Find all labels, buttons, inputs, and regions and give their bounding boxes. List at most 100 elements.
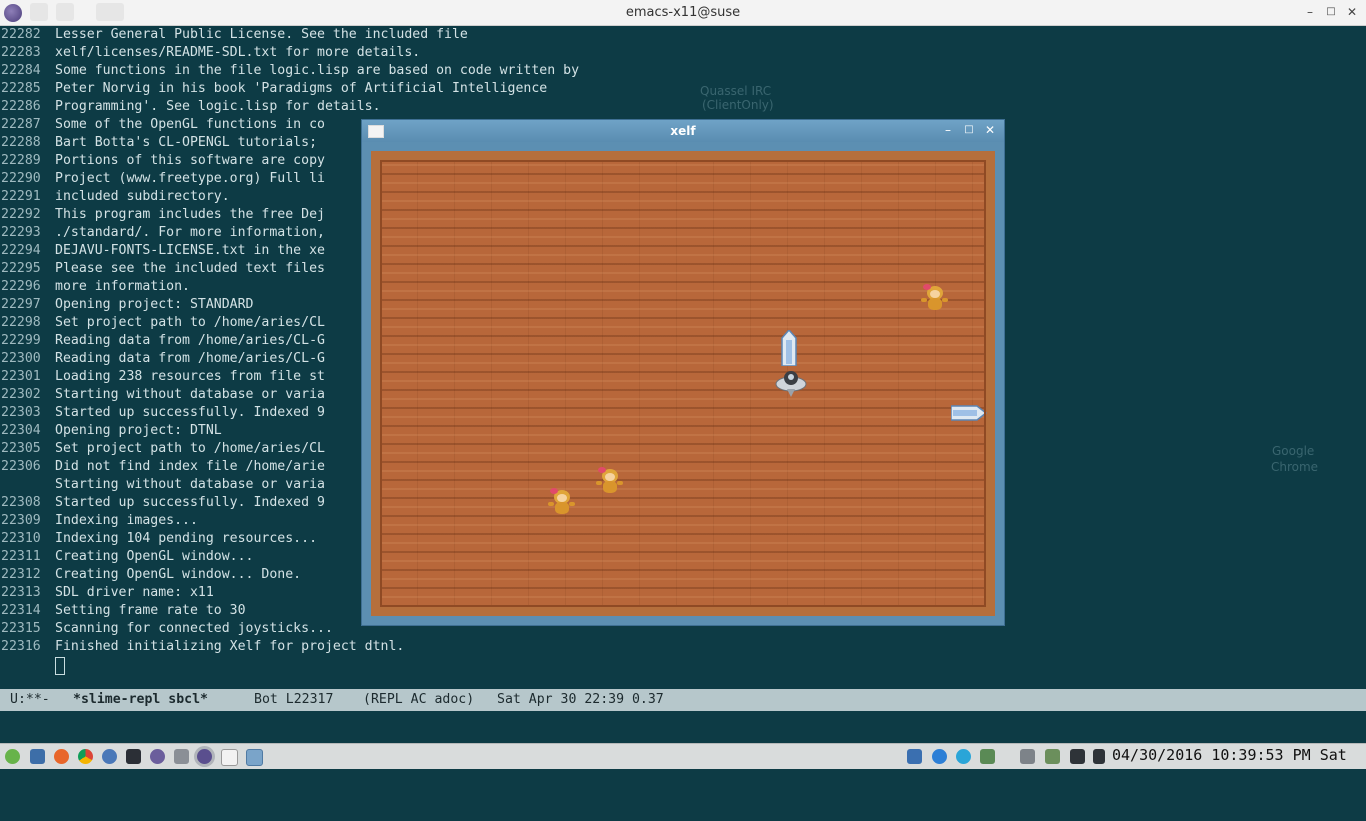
start-menu-icon[interactable] xyxy=(5,749,20,764)
line-text: Set project path to /home/aries/CL xyxy=(55,315,325,330)
line-text: Please see the included text files xyxy=(55,261,325,276)
line-text: Some of the OpenGL functions in co xyxy=(55,117,325,132)
player-robot-sprite xyxy=(775,371,807,397)
modeline-buffer-name[interactable]: *slime-repl sbcl* xyxy=(73,689,208,711)
line-number: 22288 xyxy=(1,135,41,150)
line-number: 22316 xyxy=(1,639,41,654)
line-number: 22284 xyxy=(1,63,41,78)
line-number: 22301 xyxy=(1,369,41,384)
line-text: Peter Norvig in his book 'Paradigms of A… xyxy=(55,81,548,96)
line-number: 22303 xyxy=(1,405,41,420)
task-xelf-icon[interactable] xyxy=(246,749,263,766)
line-text: Opening project: DTNL xyxy=(55,423,222,438)
line-number: 22282 xyxy=(1,27,41,42)
emacs-title-bar[interactable]: emacs-x11@suse – □ ✕ xyxy=(0,0,1366,26)
suse-updater-icon[interactable] xyxy=(980,749,995,764)
line-text: Indexing images... xyxy=(55,513,198,528)
line-text: Project (www.freetype.org) Full li xyxy=(55,171,325,186)
mode-line[interactable]: U:**- *slime-repl sbcl* Bot L22317 (REPL… xyxy=(0,689,1366,711)
desktop-icon-label: Chrome xyxy=(1271,460,1319,474)
line-number: 22313 xyxy=(1,585,41,600)
game-playfield[interactable] xyxy=(371,151,995,616)
line-number: 22291 xyxy=(1,189,41,204)
line-number: 22289 xyxy=(1,153,41,168)
minibuffer[interactable] xyxy=(0,711,1366,743)
line-number: 22314 xyxy=(1,603,41,618)
battery-icon[interactable] xyxy=(1045,749,1060,764)
maximize-icon[interactable]: □ xyxy=(962,124,976,135)
line-text: Programming'. See logic.lisp for details… xyxy=(55,99,381,114)
line-text: Some functions in the file logic.lisp ar… xyxy=(55,63,580,78)
window-title: emacs-x11@suse xyxy=(625,5,741,20)
line-number: 22297 xyxy=(1,297,41,312)
line-number: 22293 xyxy=(1,225,41,240)
monkey-enemy-sprite xyxy=(596,467,624,497)
line-number: 22304 xyxy=(1,423,41,438)
line-number: 22296 xyxy=(1,279,41,294)
line-number: 22315 xyxy=(1,621,41,636)
text-cursor xyxy=(55,657,65,675)
xelf-window[interactable]: xelf – □ ✕ xyxy=(361,119,1005,626)
line-number: 22294 xyxy=(1,243,41,258)
quassel-icon[interactable] xyxy=(102,749,117,764)
keyboard-icon[interactable] xyxy=(907,749,922,764)
line-text: xelf/licenses/README-SDL.txt for more de… xyxy=(55,45,421,60)
task-emacs-icon[interactable] xyxy=(197,749,212,764)
file-manager-icon[interactable] xyxy=(30,749,45,764)
line-number: 22308 xyxy=(1,495,41,510)
taskbar[interactable]: 04/30/2016 10:39:53 PM Sat xyxy=(0,743,1366,769)
workspace-switcher-icon[interactable] xyxy=(1070,749,1085,764)
xelf-title-bar[interactable]: xelf – □ ✕ xyxy=(362,120,1004,142)
line-text: more information. xyxy=(55,279,190,294)
line-number: 22295 xyxy=(1,261,41,276)
volume-icon[interactable] xyxy=(1020,749,1035,764)
line-text: Creating OpenGL window... xyxy=(55,549,254,564)
line-number: 22306 xyxy=(1,459,41,474)
line-number: 22290 xyxy=(1,171,41,186)
line-number: 22287 xyxy=(1,117,41,132)
firefox-icon[interactable] xyxy=(54,749,69,764)
line-text: Lesser General Public License. See the i… xyxy=(55,27,468,42)
line-number: 22283 xyxy=(1,45,41,60)
workspace-switcher-icon[interactable] xyxy=(1093,749,1105,764)
line-number: 22302 xyxy=(1,387,41,402)
line-text: Portions of this software are copy xyxy=(55,153,325,168)
line-text: Started up successfully. Indexed 9 xyxy=(55,495,325,510)
close-icon[interactable]: ✕ xyxy=(983,123,997,137)
line-text: Starting without database or varia xyxy=(55,387,325,402)
xelf-window-title: xelf xyxy=(670,124,696,138)
line-text: Loading 238 resources from file st xyxy=(55,369,325,384)
line-number: 22285 xyxy=(1,81,41,96)
line-number: 22311 xyxy=(1,549,41,564)
line-text: Scanning for connected joysticks... xyxy=(55,621,333,636)
maximize-icon[interactable]: □ xyxy=(1324,6,1338,17)
line-text: Setting frame rate to 30 xyxy=(55,603,246,618)
clock[interactable]: 04/30/2016 10:39:53 PM Sat xyxy=(1112,746,1347,764)
line-text: This program includes the free Dej xyxy=(55,207,325,222)
monkey-enemy-sprite xyxy=(548,488,576,518)
close-icon[interactable]: ✕ xyxy=(1345,5,1359,19)
line-text: Bart Botta's CL-OPENGL tutorials; xyxy=(55,135,318,150)
line-text: Creating OpenGL window... Done. xyxy=(55,567,302,582)
line-text: Starting without database or varia xyxy=(55,477,325,492)
printer-icon[interactable] xyxy=(174,749,189,764)
minimize-icon[interactable]: – xyxy=(941,123,955,137)
horizontal-projectile-sprite xyxy=(951,405,987,421)
task-window-icon[interactable] xyxy=(221,749,238,766)
modeline-position: Bot L22317 xyxy=(254,692,334,707)
line-text: Did not find index file /home/arie xyxy=(55,459,325,474)
chrome-icon[interactable] xyxy=(78,749,93,764)
modeline-modes[interactable]: (REPL AC adoc) xyxy=(363,689,474,711)
monkey-enemy-sprite xyxy=(921,284,949,314)
line-text: Finished initializing Xelf for project d… xyxy=(55,639,405,654)
line-text: Indexing 104 pending resources... xyxy=(55,531,318,546)
telegram-icon[interactable] xyxy=(956,749,971,764)
emacs-launcher-icon[interactable] xyxy=(150,749,165,764)
terminal-icon[interactable] xyxy=(126,749,141,764)
minimize-icon[interactable]: – xyxy=(1303,5,1317,19)
line-text: included subdirectory. xyxy=(55,189,230,204)
line-number: 22312 xyxy=(1,567,41,582)
modeline-datetime: Sat Apr 30 22:39 0.37 xyxy=(497,692,664,707)
line-text: ./standard/. For more information, xyxy=(55,225,325,240)
network-icon[interactable] xyxy=(932,749,947,764)
